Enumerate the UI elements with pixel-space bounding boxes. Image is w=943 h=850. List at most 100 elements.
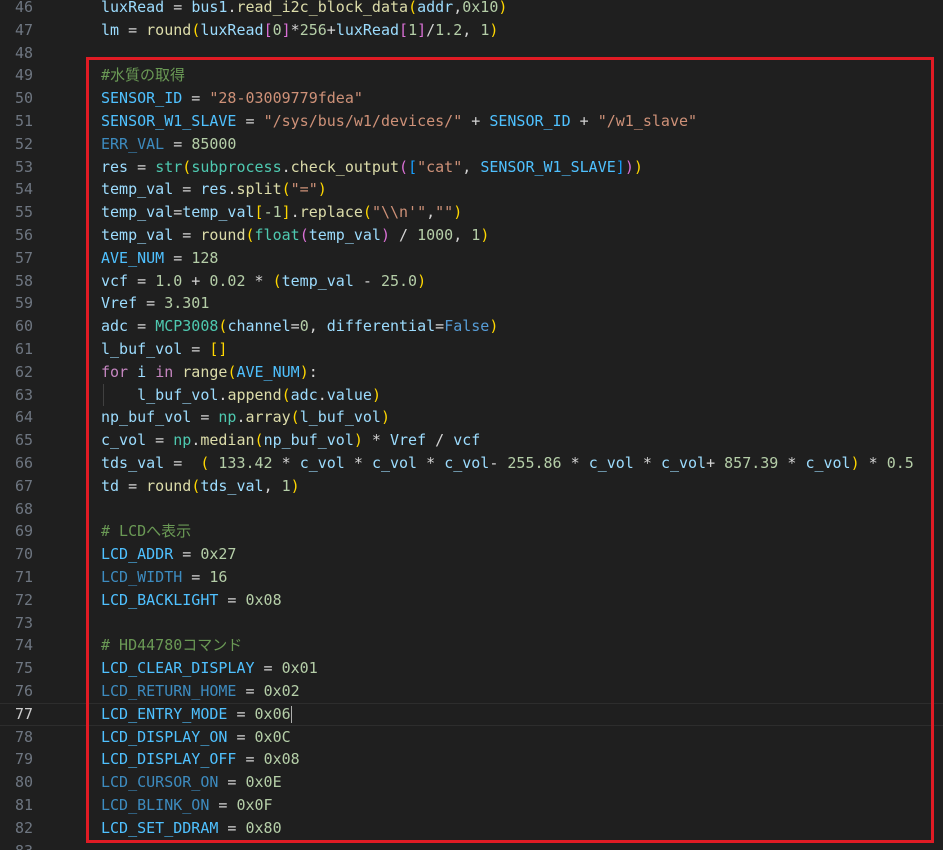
code-text[interactable]: temp_val = res.split("=") xyxy=(101,178,327,201)
code-line[interactable]: 74 # HD44780コマンド xyxy=(0,634,943,657)
code-token: = xyxy=(227,727,255,746)
code-text[interactable]: LCD_SET_DDRAM = 0x80 xyxy=(101,817,282,840)
code-line[interactable]: 83 xyxy=(0,840,943,850)
code-token: , xyxy=(453,226,472,244)
code-text[interactable]: SENSOR_ID = "28-03009779fdea" xyxy=(101,87,363,110)
code-line[interactable]: 63 l_buf_vol.append(adc.value) xyxy=(0,383,943,407)
code-token: differential xyxy=(326,317,436,336)
code-token: channel xyxy=(227,317,291,336)
code-line[interactable]: 67 td = round(tds_val, 1) xyxy=(0,475,943,498)
code-token: * xyxy=(272,454,300,472)
code-line[interactable]: 79 LCD_DISPLAY_OFF = 0x08 xyxy=(0,748,943,771)
code-line[interactable]: 82 LCD_SET_DDRAM = 0x80 xyxy=(0,817,943,840)
code-text[interactable]: LCD_BLINK_ON = 0x0F xyxy=(101,794,273,817)
code-text[interactable]: np_buf_vol = np.array(l_buf_vol) xyxy=(101,406,390,429)
code-line[interactable]: 71 LCD_WIDTH = 16 xyxy=(0,566,943,589)
code-text[interactable]: c_vol = np.median(np_buf_vol) * Vref / v… xyxy=(101,429,480,452)
code-line[interactable]: 65 c_vol = np.median(np_buf_vol) * Vref /… xyxy=(0,429,943,452)
code-line[interactable]: 60 adc = MCP3008(channel=0, differential=… xyxy=(0,315,943,338)
code-line[interactable]: 55 temp_val=temp_val[-1].replace("\\n'","… xyxy=(0,201,943,224)
code-text[interactable]: LCD_CURSOR_ON = 0x0E xyxy=(101,771,282,794)
code-token: tds_val xyxy=(101,454,165,472)
code-line[interactable]: 52 ERR_VAL = 85000 xyxy=(0,133,943,156)
code-line[interactable]: 73 xyxy=(0,612,943,635)
code-line[interactable]: 53 res = str(subprocess.check_output(["ca… xyxy=(0,156,943,179)
code-line[interactable]: 46 luxRead = bus1.read_i2c_block_data(add… xyxy=(0,0,943,19)
code-line[interactable]: 61 l_buf_vol = [] xyxy=(0,338,943,361)
code-text[interactable]: l_buf_vol.append(adc.value) xyxy=(101,384,381,407)
code-token: res xyxy=(101,157,129,176)
code-line[interactable]: 77 LCD_ENTRY_MODE = 0x06 xyxy=(0,703,943,726)
code-text[interactable]: #水質の取得 xyxy=(101,64,185,87)
code-token: ( xyxy=(245,226,255,244)
code-token: c_vol xyxy=(299,454,345,472)
code-text[interactable]: for i in range(AVE_NUM): xyxy=(101,361,318,384)
code-text[interactable]: LCD_DISPLAY_ON = 0x0C xyxy=(101,726,291,749)
code-text[interactable]: res = str(subprocess.check_output(["cat"… xyxy=(101,156,643,179)
code-text[interactable]: # HD44780コマンド xyxy=(101,634,242,657)
code-line[interactable]: 80 LCD_CURSOR_ON = 0x0E xyxy=(0,771,943,794)
code-line[interactable]: 50 SENSOR_ID = "28-03009779fdea" xyxy=(0,87,943,110)
code-line[interactable]: 66 tds_val = ( 133.42 * c_vol * c_vol * c… xyxy=(0,452,943,475)
code-text[interactable]: tds_val = ( 133.42 * c_vol * c_vol * c_v… xyxy=(101,452,914,475)
code-line[interactable]: 56 temp_val = round(float(temp_val) / 100… xyxy=(0,224,943,247)
code-line[interactable]: 58 vcf = 1.0 + 0.02 * (temp_val - 25.0) xyxy=(0,270,943,293)
code-token: = xyxy=(164,134,192,153)
code-line[interactable]: 47 lm = round(luxRead[0]*256+luxRead[1]/1… xyxy=(0,19,943,42)
code-line[interactable]: 78 LCD_DISPLAY_ON = 0x0C xyxy=(0,726,943,749)
code-line[interactable]: 68 xyxy=(0,498,943,521)
code-text[interactable]: LCD_ENTRY_MODE = 0x06 xyxy=(101,703,292,726)
code-line[interactable]: 57 AVE_NUM = 128 xyxy=(0,247,943,270)
code-token: : xyxy=(308,362,318,381)
code-token: = xyxy=(164,248,192,267)
line-number: 80 xyxy=(14,773,33,792)
code-text[interactable]: vcf = 1.0 + 0.02 * (temp_val - 25.0) xyxy=(101,270,426,293)
code-text[interactable]: LCD_WIDTH = 16 xyxy=(101,566,227,589)
code-token: = xyxy=(435,317,445,336)
code-token: ) xyxy=(380,226,390,244)
line-number: 51 xyxy=(14,112,33,130)
code-text[interactable]: # LCDへ表示 xyxy=(101,520,191,543)
code-line[interactable]: 75 LCD_CLEAR_DISPLAY = 0x01 xyxy=(0,657,943,680)
code-text[interactable]: ERR_VAL = 85000 xyxy=(101,133,236,156)
code-token: 255.86 xyxy=(507,454,562,472)
code-text[interactable]: lm = round(luxRead[0]*256+luxRead[1]/1.2… xyxy=(101,19,498,42)
code-text[interactable]: temp_val = round(float(temp_val) / 1000,… xyxy=(101,224,489,247)
code-token: = xyxy=(236,112,264,130)
code-text[interactable]: Vref = 3.301 xyxy=(101,292,209,315)
code-token: 0 xyxy=(272,20,282,39)
code-token: l_buf_vol xyxy=(101,340,183,358)
code-text[interactable]: l_buf_vol = [] xyxy=(101,338,227,361)
code-text[interactable]: LCD_ADDR = 0x27 xyxy=(101,543,236,566)
code-line[interactable]: 70 LCD_ADDR = 0x27 xyxy=(0,543,943,566)
code-line[interactable]: 49 #水質の取得 xyxy=(0,64,943,87)
code-text[interactable]: AVE_NUM = 128 xyxy=(101,247,218,270)
code-token: 0.5 xyxy=(886,454,914,472)
code-text[interactable]: adc = MCP3008(channel=0, differential=Fa… xyxy=(101,315,498,338)
code-text[interactable]: td = round(tds_val, 1) xyxy=(101,475,300,498)
code-text[interactable]: LCD_RETURN_HOME = 0x02 xyxy=(101,680,300,703)
code-line[interactable]: 76 LCD_RETURN_HOME = 0x02 xyxy=(0,680,943,703)
line-number: 75 xyxy=(14,659,33,678)
code-line[interactable]: 59 Vref = 3.301 xyxy=(0,292,943,315)
code-line[interactable]: 81 LCD_BLINK_ON = 0x0F xyxy=(0,794,943,817)
code-text[interactable]: luxRead = bus1.read_i2c_block_data(addr,… xyxy=(101,0,507,19)
code-text[interactable]: SENSOR_W1_SLAVE = "/sys/bus/w1/devices/"… xyxy=(101,110,697,133)
code-text[interactable]: temp_val=temp_val[-1].replace("\\n'","") xyxy=(101,201,462,224)
code-token: LCD_BLINK_ON xyxy=(101,796,210,814)
code-token: read_i2c_block_data xyxy=(236,0,409,16)
code-line[interactable]: 62 for i in range(AVE_NUM): xyxy=(0,361,943,384)
code-line[interactable]: 48 xyxy=(0,42,943,65)
code-editor[interactable]: 46 luxRead = bus1.read_i2c_block_data(add… xyxy=(0,0,943,850)
code-text[interactable]: LCD_DISPLAY_OFF = 0x08 xyxy=(101,748,300,771)
code-line[interactable]: 69 # LCDへ表示 xyxy=(0,520,943,543)
code-line[interactable]: 54 temp_val = res.split("=") xyxy=(0,178,943,201)
code-token: c_vol xyxy=(805,454,851,472)
code-line[interactable]: 72 LCD_BACKLIGHT = 0x08 xyxy=(0,589,943,612)
code-line[interactable]: 64 np_buf_vol = np.array(l_buf_vol) xyxy=(0,406,943,429)
code-line[interactable]: 51 SENSOR_W1_SLAVE = "/sys/bus/w1/devices… xyxy=(0,110,943,133)
code-text[interactable]: LCD_CLEAR_DISPLAY = 0x01 xyxy=(101,657,318,680)
code-token: ) xyxy=(290,476,300,495)
code-text[interactable]: LCD_BACKLIGHT = 0x08 xyxy=(101,589,282,612)
code-token: c_vol xyxy=(371,454,418,472)
